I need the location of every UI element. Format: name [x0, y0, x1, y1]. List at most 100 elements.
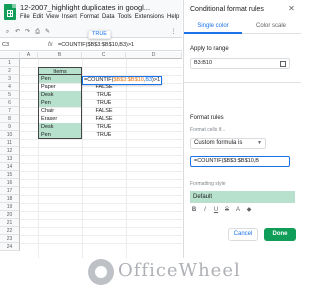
items-header-cell[interactable]: Items — [38, 67, 82, 75]
cell-formula-editor[interactable]: =COUNTIF($B$3:$B$10,B3)>1 — [82, 76, 163, 85]
italic-icon[interactable]: I — [201, 206, 209, 214]
row-header[interactable]: 18 — [0, 195, 20, 203]
gridline — [20, 227, 182, 228]
row-header[interactable]: 20 — [0, 211, 20, 219]
search-icon[interactable]: ⌕ — [4, 29, 11, 36]
item-cell[interactable]: Pen — [38, 99, 82, 107]
apply-to-range-label: Apply to range — [190, 46, 229, 52]
column-header-c[interactable]: C — [82, 52, 126, 59]
print-icon[interactable]: ⎙ — [34, 29, 41, 36]
row-header[interactable]: 22 — [0, 227, 20, 235]
item-cell[interactable]: Chair — [38, 107, 82, 115]
menu-view[interactable]: View — [46, 14, 59, 20]
gridline — [20, 219, 182, 220]
row-header[interactable]: 15 — [0, 171, 20, 179]
name-box[interactable]: C3 — [2, 42, 9, 48]
condition-select[interactable]: Custom formula is ▼ — [190, 138, 266, 149]
menu-edit[interactable]: Edit — [33, 14, 43, 20]
formula-input[interactable]: =COUNTIF($B$3:$B$10,B3)>1 — [58, 42, 134, 48]
condition-value: Custom formula is — [194, 140, 243, 146]
strikethrough-icon[interactable]: S — [223, 206, 231, 214]
menu-tools[interactable]: Tools — [118, 14, 132, 20]
paint-format-icon[interactable]: ✎ — [44, 29, 51, 36]
bold-icon[interactable]: B — [190, 206, 198, 214]
gridline — [20, 163, 182, 164]
result-cell[interactable]: TRUE — [82, 123, 126, 131]
row-header[interactable]: 2 — [0, 67, 20, 75]
undo-icon[interactable]: ↶ — [14, 29, 21, 36]
formatting-style-preview[interactable]: Default — [190, 191, 295, 203]
officewheel-logo-icon — [88, 259, 114, 285]
menu-data[interactable]: Data — [102, 14, 115, 20]
custom-formula-input[interactable]: =COUNTIF($B$3:$B$10,B — [190, 156, 290, 167]
gridline — [20, 147, 182, 148]
tab-single-color[interactable]: Single color — [184, 20, 242, 34]
row-header[interactable]: 3 — [0, 75, 20, 83]
editor-suffix: )>1 — [152, 77, 161, 83]
item-cell[interactable]: Paper — [38, 83, 82, 91]
item-cell[interactable]: Eraser — [38, 115, 82, 123]
gridline — [20, 211, 182, 212]
result-cell[interactable]: TRUE — [82, 91, 126, 99]
formatting-toolbar: B I U S A ◆ — [190, 206, 295, 214]
row-header[interactable]: 7 — [0, 107, 20, 115]
row-header[interactable]: 4 — [0, 83, 20, 91]
result-cell[interactable]: TRUE — [82, 99, 126, 107]
item-cell[interactable]: Desk — [38, 91, 82, 99]
menu-help[interactable]: Help — [167, 14, 179, 20]
gridline — [20, 179, 182, 180]
row-header[interactable]: 17 — [0, 187, 20, 195]
column-header-a[interactable]: A — [20, 52, 38, 59]
result-cell[interactable]: TRUE — [82, 131, 126, 139]
row-header[interactable]: 12 — [0, 147, 20, 155]
cancel-button[interactable]: Cancel — [228, 228, 258, 241]
menu-bar: File Edit View Insert Format Data Tools Extensi… — [20, 14, 182, 20]
gridline — [20, 195, 182, 196]
row-header[interactable]: 11 — [0, 139, 20, 147]
menu-file[interactable]: File — [20, 14, 30, 20]
row-header[interactable]: 21 — [0, 219, 20, 227]
format-rules-label: Format rules — [190, 115, 224, 121]
tab-color-scale[interactable]: Color scale — [242, 20, 300, 34]
select-all-corner[interactable] — [0, 52, 20, 59]
gridline — [20, 203, 182, 204]
more-icon[interactable]: ⋮ — [170, 29, 177, 36]
document-title[interactable]: 12-2007_highlight duplicates in googl... — [20, 3, 150, 12]
row-header[interactable]: 5 — [0, 91, 20, 99]
menu-extensions[interactable]: Extensions — [135, 14, 164, 20]
row-header[interactable]: 10 — [0, 131, 20, 139]
result-cell[interactable]: FALSE — [82, 115, 126, 123]
text-color-icon[interactable]: A — [234, 206, 242, 214]
column-header-b[interactable]: B — [38, 52, 82, 59]
row-header[interactable]: 24 — [0, 243, 20, 251]
row-header[interactable]: 8 — [0, 115, 20, 123]
redo-icon[interactable]: ↷ — [24, 29, 31, 36]
sheets-logo-icon[interactable] — [4, 4, 16, 20]
editor-range: $B$3:$B$10 — [113, 77, 144, 83]
row-header[interactable]: 16 — [0, 179, 20, 187]
result-cell[interactable]: FALSE — [82, 107, 126, 115]
menu-insert[interactable]: Insert — [62, 14, 77, 20]
row-header[interactable]: 14 — [0, 163, 20, 171]
range-input[interactable]: B3:B10 — [190, 58, 290, 69]
row-header[interactable]: 1 — [0, 59, 20, 67]
row-header[interactable]: 19 — [0, 203, 20, 211]
column-header-d[interactable]: D — [126, 52, 182, 59]
item-cell[interactable]: Desk — [38, 123, 82, 131]
chevron-down-icon: ▼ — [257, 140, 262, 146]
fill-color-icon[interactable]: ◆ — [245, 206, 253, 214]
underline-icon[interactable]: U — [212, 206, 220, 214]
watermark-text: OfficeWheel — [118, 260, 241, 281]
conditional-format-panel: Conditional format rules ✕ Single color … — [183, 0, 301, 258]
close-icon[interactable]: ✕ — [287, 4, 296, 13]
item-cell[interactable]: Pen — [38, 75, 82, 83]
menu-format[interactable]: Format — [80, 14, 99, 20]
formatting-style-label: Formatting style — [190, 181, 226, 187]
item-cell[interactable]: Pen — [38, 131, 82, 139]
row-header[interactable]: 9 — [0, 123, 20, 131]
row-header[interactable]: 13 — [0, 155, 20, 163]
grid-select-icon[interactable] — [280, 61, 286, 67]
done-button[interactable]: Done — [264, 228, 296, 241]
row-header[interactable]: 6 — [0, 99, 20, 107]
row-header[interactable]: 23 — [0, 235, 20, 243]
